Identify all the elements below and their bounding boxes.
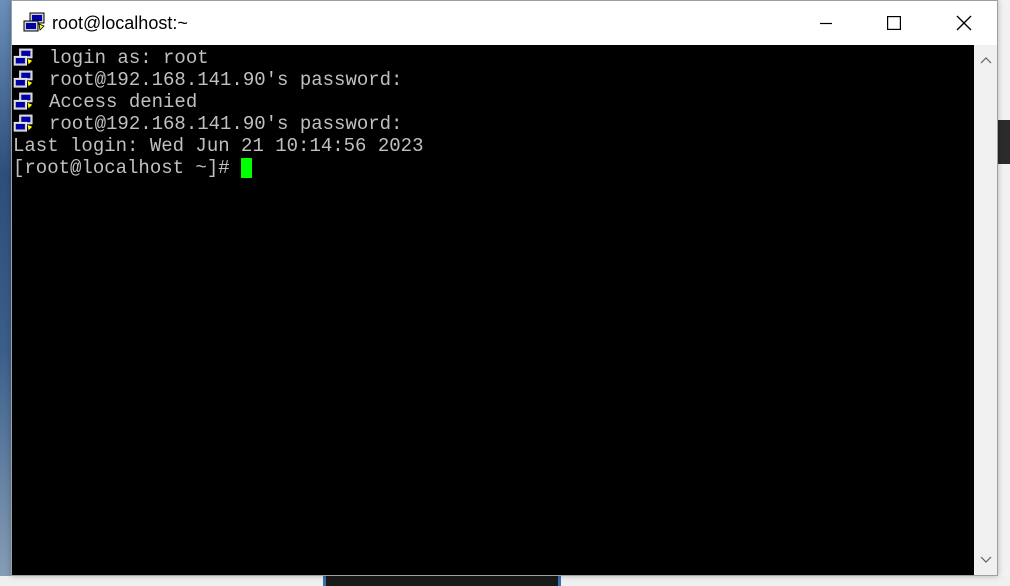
putty-icon (13, 48, 33, 66)
terminal-line-text: Last login: Wed Jun 21 10:14:56 2023 (13, 135, 424, 157)
putty-icon (13, 70, 33, 88)
minimize-button[interactable] (803, 1, 849, 45)
close-icon (956, 15, 972, 31)
minimize-icon (820, 22, 832, 25)
terminal-line-text: Access denied (49, 91, 198, 113)
maximize-icon (887, 16, 901, 30)
desktop-background: root@localhost:~ login as: root root@192… (0, 0, 1010, 586)
terminal-line: Last login: Wed Jun 21 10:14:56 2023 (12, 135, 972, 157)
putty-icon[interactable] (23, 12, 47, 34)
putty-icon (13, 92, 33, 110)
background-window-left-edge (0, 0, 11, 586)
maximize-button[interactable] (871, 1, 917, 45)
terminal-line-text: root@192.168.141.90's password: (49, 69, 403, 91)
terminal-prompt-text: [root@localhost ~]# (13, 157, 242, 179)
terminal-prompt[interactable]: [root@localhost ~]# (13, 157, 253, 179)
terminal-line-text: login as: root (49, 47, 209, 69)
terminal-output[interactable]: login as: root root@192.168.141.90's pas… (12, 45, 974, 575)
putty-window[interactable]: root@localhost:~ login as: root root@192… (11, 0, 998, 576)
window-title: root@localhost:~ (52, 13, 188, 33)
title-bar[interactable]: root@localhost:~ (12, 1, 997, 45)
terminal-line: login as: root (12, 47, 972, 69)
chevron-down-icon (980, 556, 991, 563)
close-button[interactable] (941, 1, 987, 45)
vertical-scrollbar[interactable] (974, 45, 997, 575)
background-window-bottom-edge (0, 576, 1010, 586)
terminal-line: Access denied (12, 91, 972, 113)
scroll-up-button[interactable] (974, 45, 997, 75)
putty-icon (13, 114, 33, 132)
terminal-line: root@192.168.141.90's password: (12, 113, 972, 135)
scroll-down-button[interactable] (974, 545, 997, 575)
terminal-line-text: root@192.168.141.90's password: (49, 113, 403, 135)
chevron-up-icon (980, 57, 991, 64)
terminal-prompt-line[interactable]: [root@localhost ~]# (12, 157, 972, 179)
terminal-cursor (241, 158, 253, 178)
terminal-line: root@192.168.141.90's password: (12, 69, 972, 91)
background-window-right-edge (998, 0, 1010, 586)
